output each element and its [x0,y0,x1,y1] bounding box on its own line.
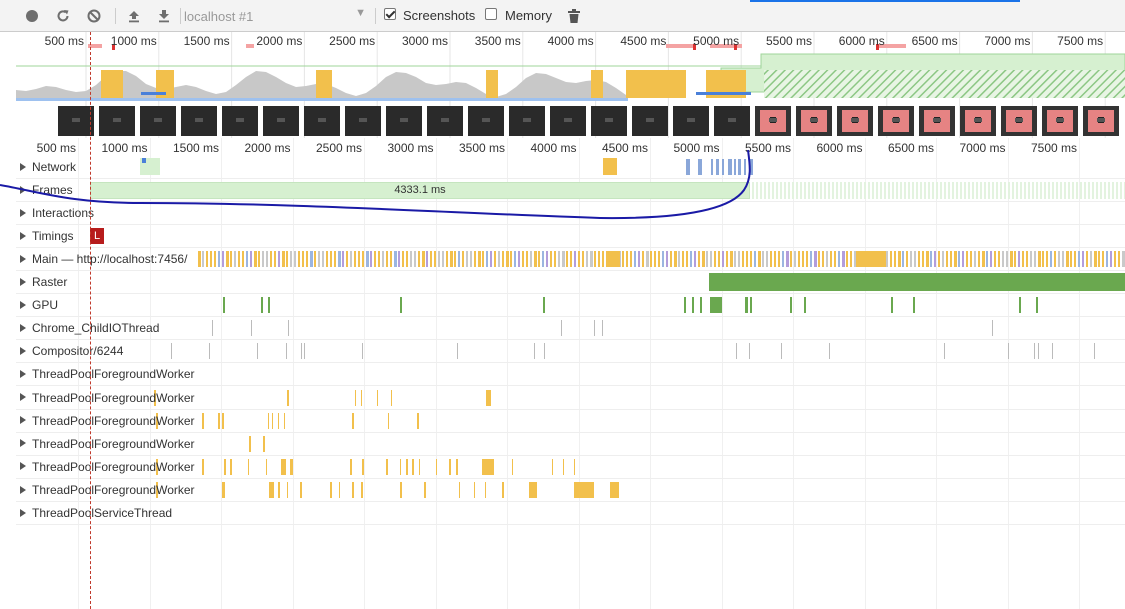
performance-panel: localhost #1 ▼ Screenshots Memory 500 ms… [0,0,1125,609]
annotation-scribble [0,149,751,220]
